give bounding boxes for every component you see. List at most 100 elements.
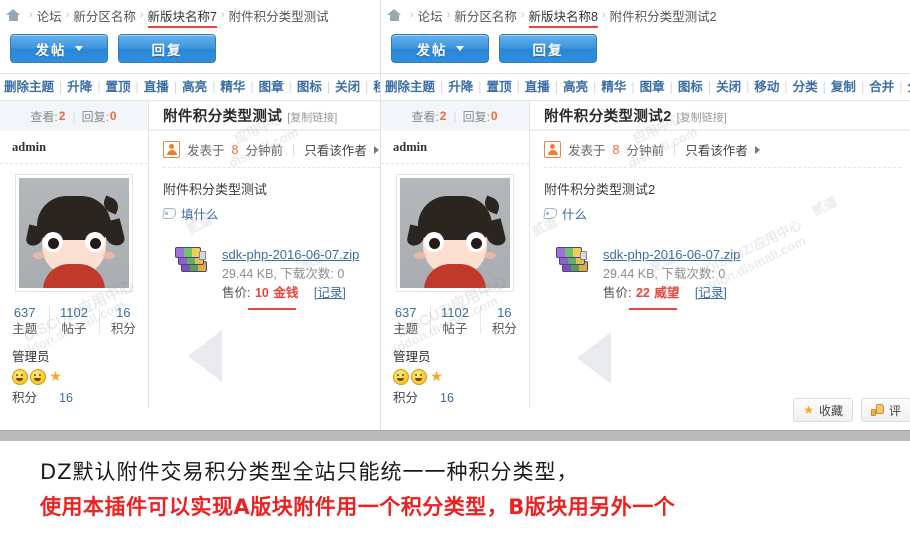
author-group-block: 管理员 ★ 积分 16: [381, 344, 529, 408]
attachment-price: 售价: 22 威望: [603, 284, 679, 310]
breadcrumb-separator: ›: [602, 9, 606, 21]
mod-item-live[interactable]: 直播: [525, 80, 550, 94]
home-icon[interactable]: [387, 8, 402, 22]
mod-item-sticky[interactable]: 置顶: [106, 80, 131, 94]
breadcrumb-item-forum[interactable]: 论坛: [37, 6, 62, 25]
tag-icon: [544, 208, 557, 219]
action-buttons: 发帖 回复: [0, 26, 380, 63]
attachment-filename[interactable]: sdk-php-2016-06-07.zip: [222, 247, 359, 262]
breadcrumb-item-board[interactable]: 新版块名称8: [528, 6, 599, 28]
post-time-text: 发表于: [568, 144, 606, 158]
author-column: admin 637 主题 1102 帖子 16 积分 管理员 ★ 积分 16: [0, 131, 149, 408]
breadcrumb-item-category[interactable]: 新分区名称: [73, 6, 136, 25]
post-meta: 发表于 8 分钟前 | 只看该作者: [163, 131, 380, 168]
stat-threads: 637 主题: [0, 304, 49, 338]
copy-link-button[interactable]: [复制链接]: [677, 112, 727, 124]
attachment-price: 售价: 10 金钱: [222, 284, 298, 310]
tag-icon: [163, 208, 176, 219]
new-post-button[interactable]: 发帖: [10, 34, 108, 63]
mod-item-copy[interactable]: 复制: [831, 80, 856, 94]
mod-item-move[interactable]: 移动: [754, 80, 779, 94]
mod-item-stamp[interactable]: 图章: [259, 80, 284, 94]
price-value: 22: [635, 286, 650, 300]
author-name[interactable]: admin: [381, 131, 529, 164]
new-post-button[interactable]: 发帖: [391, 34, 489, 63]
avatar-wrap: [0, 164, 148, 300]
breadcrumb-item-thread[interactable]: 附件积分类型测试: [229, 6, 329, 25]
attachment-info: sdk-php-2016-06-07.zip 29.44 KB, 下载次数: 0…: [603, 245, 740, 310]
mod-item-sticky[interactable]: 置顶: [487, 80, 512, 94]
price-value: 10: [254, 286, 269, 300]
mod-item-highlight[interactable]: 高亮: [182, 80, 207, 94]
rate-button[interactable]: 评: [860, 398, 910, 422]
caption-line-2: 使用本插件可以实现A版块附件用一个积分类型，B版块用另外一个: [40, 495, 676, 519]
mod-item-digest[interactable]: 精华: [601, 80, 626, 94]
post-subject: 附件积分类型测试2: [544, 182, 656, 197]
attachment-block: sdk-php-2016-06-07.zip 29.44 KB, 下载次数: 0…: [163, 223, 380, 310]
breadcrumb-item-thread[interactable]: 附件积分类型测试2: [610, 6, 717, 25]
thread-title-cell: 附件积分类型测试 [复制链接]: [149, 101, 380, 131]
mod-item-classify[interactable]: 分类: [793, 80, 818, 94]
post-time-value: 8: [612, 142, 620, 157]
attachment-filename[interactable]: sdk-php-2016-06-07.zip: [603, 247, 740, 262]
mod-item-close[interactable]: 关闭: [716, 80, 741, 94]
post-tag-link[interactable]: 什么: [562, 204, 587, 223]
author-name[interactable]: admin: [0, 131, 148, 164]
mod-item-merge[interactable]: 合并: [869, 80, 894, 94]
panel-right: › 论坛 › 新分区名称 › 新版块名称8 › 附件积分类型测试2 发帖 回复: [380, 0, 910, 430]
stat-credits: 16 积分: [98, 304, 148, 338]
author-group: 管理员: [12, 350, 50, 364]
post-body-row: admin 637 主题 1102 帖子 16 积分 管理员 ★ 积分 16 发…: [0, 131, 380, 408]
post-tag-link[interactable]: 填什么: [181, 204, 219, 223]
home-icon[interactable]: [6, 8, 21, 22]
author-group: 管理员: [393, 350, 431, 364]
stat-posts-label: 帖子: [442, 322, 468, 336]
breadcrumb-item-board[interactable]: 新版块名称7: [147, 6, 218, 28]
breadcrumb-separator: ›: [221, 9, 225, 21]
avatar[interactable]: [396, 174, 514, 292]
section-divider: [0, 430, 910, 441]
attachment-size: 29.44 KB, 下载次数: 0: [603, 267, 726, 281]
mod-item-stamp[interactable]: 图章: [640, 80, 665, 94]
user-icon: [163, 141, 180, 158]
stat-threads-label: 主题: [393, 322, 419, 336]
mod-item-updown[interactable]: 升降: [67, 80, 92, 94]
views-label: 查看:: [30, 109, 58, 124]
mod-item-live[interactable]: 直播: [144, 80, 169, 94]
mod-item-highlight[interactable]: 高亮: [563, 80, 588, 94]
star-icon: ★: [803, 403, 814, 417]
breadcrumb-item-category[interactable]: 新分区名称: [454, 6, 517, 25]
replies-label: 回复:: [462, 109, 490, 124]
smiley-medal-icon: [30, 369, 46, 385]
mod-item-icon[interactable]: 图标: [678, 80, 703, 94]
attachment-block: sdk-php-2016-06-07.zip 29.44 KB, 下载次数: 0…: [544, 223, 901, 310]
reply-button[interactable]: 回复: [118, 34, 216, 63]
avatar-wrap: [381, 164, 529, 300]
reply-button[interactable]: 回复: [499, 34, 597, 63]
moderation-toolbar: 删除主题 | 升降 | 置顶 | 直播 | 高亮 | 精华 | 图章 | 图标 | 关闭 | 移动 | 分类 | 复制 | 合并…: [381, 73, 910, 100]
smiley-medal-icon: [12, 369, 28, 385]
avatar[interactable]: [15, 174, 133, 292]
page-title: 附件积分类型测试 [复制链接]: [163, 105, 337, 126]
breadcrumb-item-forum[interactable]: 论坛: [418, 6, 443, 25]
author-credit-label: 积分: [393, 391, 419, 405]
only-author-link[interactable]: 只看该作者: [685, 140, 748, 159]
copy-link-button[interactable]: [复制链接]: [287, 112, 337, 124]
mod-item-delete[interactable]: 删除主题: [385, 80, 435, 94]
purchase-record-link[interactable]: [记录]: [314, 286, 346, 300]
star-medal-icon: ★: [49, 368, 62, 384]
mod-item-delete[interactable]: 删除主题: [4, 80, 54, 94]
mod-item-digest[interactable]: 精华: [220, 80, 245, 94]
attachment-info: sdk-php-2016-06-07.zip 29.44 KB, 下载次数: 0…: [222, 245, 359, 310]
mod-item-icon[interactable]: 图标: [297, 80, 322, 94]
stat-credits-value: 16: [497, 305, 512, 320]
mod-item-close[interactable]: 关闭: [335, 80, 360, 94]
favorite-button[interactable]: ★ 收藏: [793, 398, 853, 422]
only-author-link[interactable]: 只看该作者: [304, 140, 367, 159]
post-body-row: admin 637 主题 1102 帖子 16 积分 管理员 ★ 积分 16 发…: [381, 131, 910, 408]
thread-counters: 查看: 2 | 回复: 0: [381, 101, 530, 131]
mod-item-updown[interactable]: 升降: [448, 80, 473, 94]
breadcrumb-separator: ›: [410, 9, 414, 21]
purchase-record-link[interactable]: [记录]: [695, 286, 727, 300]
mod-item-move[interactable]: 移动: [373, 80, 380, 94]
